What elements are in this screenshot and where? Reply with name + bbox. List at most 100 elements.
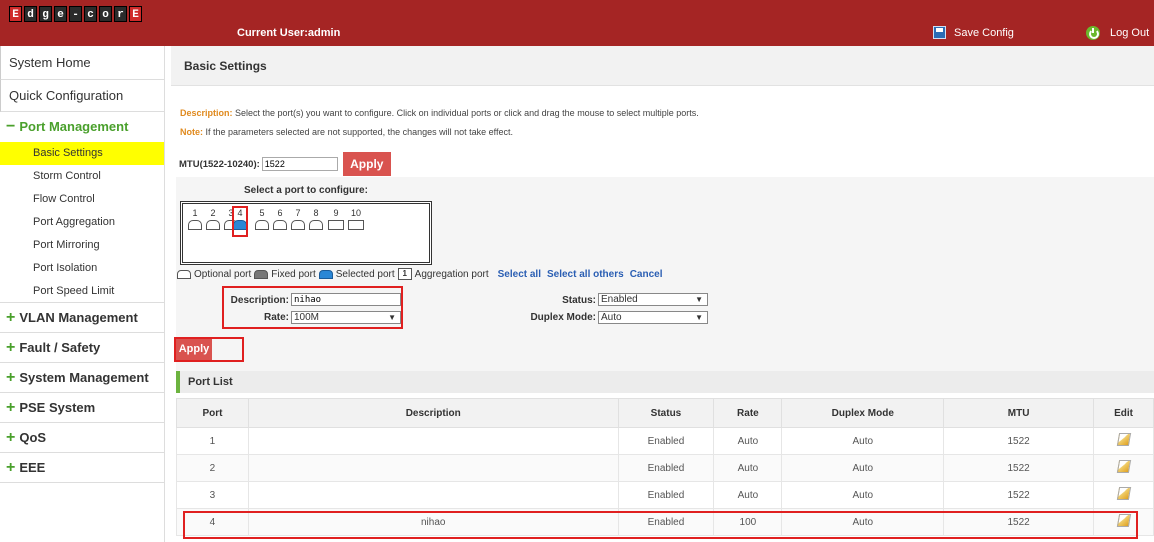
sidebar-group-port-management[interactable]: − Port Management	[0, 112, 164, 142]
edit-icon[interactable]	[1116, 433, 1131, 446]
sidebar-group-eee[interactable]: + EEE	[0, 453, 164, 483]
table-row: 3 Enabled Auto Auto 1522	[176, 481, 1154, 509]
logo-letter: -	[69, 6, 82, 22]
port-list-header: Port List	[176, 371, 1154, 393]
note-label: Note:	[180, 127, 203, 137]
mtu-apply-button[interactable]: Apply	[342, 152, 391, 176]
duplex-mode-select[interactable]: Auto ▼	[598, 311, 708, 324]
fixed-port-icon	[254, 269, 269, 279]
save-config-button[interactable]: Save Config	[933, 26, 1014, 39]
legend-optional: Optional port	[194, 268, 252, 280]
column-header-description: Description	[247, 398, 619, 428]
sidebar-item-storm-control[interactable]: Storm Control	[0, 165, 164, 188]
port-legend: Optional port Fixed port Selected port 1…	[177, 268, 662, 280]
legend-aggregation: Aggregation port	[414, 268, 489, 280]
status-select[interactable]: Enabled ▼	[598, 293, 708, 306]
port-8[interactable]: 8	[307, 208, 325, 230]
cell-rate: Auto	[713, 481, 783, 509]
port-7[interactable]: 7	[289, 208, 307, 230]
expand-icon: +	[6, 399, 16, 416]
table-header-row: Port Description Status Rate Duplex Mode…	[176, 398, 1154, 428]
logo-letter: c	[84, 6, 97, 22]
top-header: E d g e - c o r E Current User:admin Sav…	[0, 0, 1154, 46]
cell-port: 3	[176, 481, 249, 509]
mtu-row: MTU(1522-10240): Apply	[179, 152, 391, 176]
expand-icon: +	[6, 339, 16, 356]
logo-letter: d	[24, 6, 37, 22]
cell-rate: Auto	[713, 454, 783, 482]
port-number: 6	[277, 208, 283, 218]
port-5[interactable]: 5	[253, 208, 271, 230]
logo-letter: r	[114, 6, 127, 22]
collapse-icon: −	[6, 118, 16, 135]
sidebar-group-label: Fault / Safety	[19, 340, 101, 355]
logo-letter: o	[99, 6, 112, 22]
aggregation-port-icon: 1	[397, 268, 412, 280]
port-number: 8	[313, 208, 319, 218]
column-header-mtu: MTU	[943, 398, 1095, 428]
sidebar-group-system-management[interactable]: + System Management	[0, 363, 164, 393]
port-icon	[309, 220, 323, 230]
sidebar-item-system-home[interactable]: System Home	[0, 46, 164, 80]
description-line: Description: Select the port(s) you want…	[180, 108, 699, 118]
sidebar-item-flow-control[interactable]: Flow Control	[0, 188, 164, 211]
edit-icon[interactable]	[1116, 460, 1131, 473]
form-highlight-box	[222, 286, 403, 329]
sidebar-group-label: System Management	[19, 370, 149, 385]
port-icon	[273, 220, 287, 230]
table-row: 2 Enabled Auto Auto 1522	[176, 454, 1154, 482]
mtu-input[interactable]	[261, 157, 338, 171]
duplex-mode-label: Duplex Mode:	[530, 312, 596, 323]
expand-icon: +	[6, 369, 16, 386]
expand-icon: +	[6, 429, 16, 446]
selected-port-highlight	[232, 206, 248, 237]
cancel-link[interactable]: Cancel	[630, 269, 663, 280]
cell-status: Enabled	[617, 427, 715, 455]
sidebar-item-port-speed-limit[interactable]: Port Speed Limit	[0, 280, 164, 303]
cell-status: Enabled	[617, 454, 715, 482]
port-2[interactable]: 2	[204, 208, 222, 230]
note-line: Note: If the parameters selected are not…	[180, 127, 513, 137]
port-icon	[348, 220, 364, 230]
port-icon	[291, 220, 305, 230]
expand-icon: +	[6, 459, 16, 476]
port-6[interactable]: 6	[271, 208, 289, 230]
apply-highlight-box	[174, 337, 244, 362]
mtu-label: MTU(1522-10240):	[179, 158, 260, 170]
port-number: 5	[259, 208, 265, 218]
note-text: If the parameters selected are not suppo…	[203, 127, 514, 137]
cell-description	[247, 454, 619, 482]
port-9[interactable]: 9	[327, 208, 345, 230]
cell-port: 1	[176, 427, 249, 455]
sidebar-group-label: Port Management	[19, 119, 129, 134]
sidebar-item-quick-configuration[interactable]: Quick Configuration	[0, 80, 164, 112]
select-all-link[interactable]: Select all	[498, 269, 541, 280]
port-selector: 1 2 3 4 5 6 7 8 9 10	[180, 201, 432, 265]
edit-icon[interactable]	[1116, 487, 1131, 500]
dropdown-arrow-icon: ▼	[695, 313, 703, 322]
sidebar: System Home Quick Configuration − Port Ma…	[0, 46, 165, 542]
cell-rate: Auto	[713, 427, 783, 455]
column-header-rate: Rate	[713, 398, 783, 428]
port-1[interactable]: 1	[186, 208, 204, 230]
port-10[interactable]: 10	[347, 208, 365, 230]
logout-button[interactable]: Log Out	[1086, 26, 1149, 40]
sidebar-group-fault-safety[interactable]: + Fault / Safety	[0, 333, 164, 363]
sidebar-item-port-isolation[interactable]: Port Isolation	[0, 257, 164, 280]
sidebar-item-basic-settings[interactable]: Basic Settings	[0, 142, 164, 165]
sidebar-group-qos[interactable]: + QoS	[0, 423, 164, 453]
logo-letter: E	[9, 6, 22, 22]
duplex-selected-value: Auto	[601, 312, 622, 323]
port-icon	[206, 220, 220, 230]
sidebar-group-vlan-management[interactable]: + VLAN Management	[0, 303, 164, 333]
select-all-others-link[interactable]: Select all others	[547, 269, 624, 280]
sidebar-group-label: VLAN Management	[19, 310, 138, 325]
sidebar-item-port-mirroring[interactable]: Port Mirroring	[0, 234, 164, 257]
sidebar-item-port-aggregation[interactable]: Port Aggregation	[0, 211, 164, 234]
cell-edit	[1093, 481, 1154, 509]
logout-label: Log Out	[1110, 27, 1150, 39]
status-selected-value: Enabled	[601, 294, 638, 305]
port-icon	[188, 220, 202, 230]
sidebar-group-pse-system[interactable]: + PSE System	[0, 393, 164, 423]
legend-selected: Selected port	[335, 268, 395, 280]
